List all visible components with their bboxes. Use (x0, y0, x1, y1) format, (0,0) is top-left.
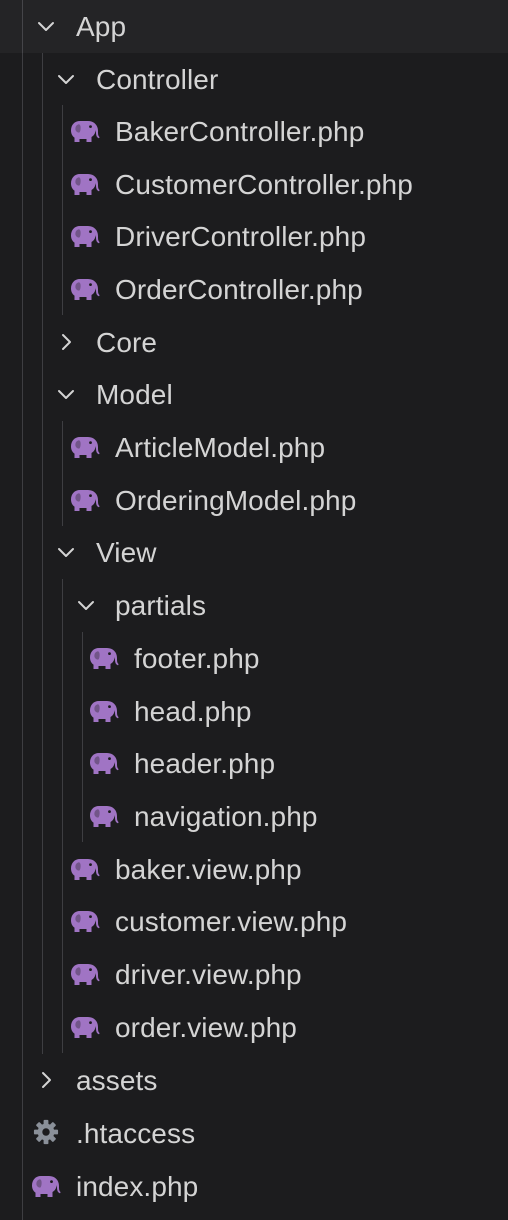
folder-label: assets (76, 1065, 158, 1096)
file-item[interactable]: ArticleModel.php (0, 421, 508, 474)
chevron-right-icon (56, 332, 76, 352)
file-label: navigation.php (134, 801, 318, 832)
file-label: baker.view.php (115, 854, 302, 885)
file-label: CustomerController.php (115, 169, 413, 200)
file-explorer-tree: App Controller BakerController.php Custo… (0, 0, 508, 1220)
php-elephant-icon (70, 118, 100, 144)
chevron-down-icon (76, 595, 96, 615)
file-label: head.php (134, 696, 252, 727)
php-elephant-icon (70, 171, 100, 197)
file-label: OrderController.php (115, 274, 363, 305)
file-item[interactable]: navigation.php (0, 790, 508, 843)
file-item[interactable]: DriverController.php (0, 210, 508, 263)
file-label: footer.php (134, 643, 260, 674)
file-item[interactable]: baker.view.php (0, 843, 508, 896)
folder-partials[interactable]: partials (0, 579, 508, 632)
file-label: order.view.php (115, 1012, 297, 1043)
file-item[interactable]: OrderingModel.php (0, 474, 508, 527)
file-label: BakerController.php (115, 116, 365, 147)
file-label: header.php (134, 748, 276, 779)
php-elephant-icon (89, 698, 119, 724)
file-htaccess[interactable]: .htaccess (0, 1107, 508, 1160)
php-elephant-icon (70, 856, 100, 882)
file-item[interactable]: header.php (0, 737, 508, 790)
gear-icon (31, 1119, 61, 1147)
php-elephant-icon (89, 750, 119, 776)
php-elephant-icon (70, 223, 100, 249)
php-elephant-icon (70, 961, 100, 987)
php-elephant-icon (70, 1014, 100, 1040)
folder-label: View (96, 537, 157, 568)
chevron-down-icon (56, 69, 76, 89)
file-label: OrderingModel.php (115, 485, 357, 516)
php-elephant-icon (70, 276, 100, 302)
file-label: index.php (76, 1171, 199, 1202)
folder-view[interactable]: View (0, 526, 508, 579)
file-item[interactable]: OrderController.php (0, 263, 508, 316)
folder-label: App (76, 11, 127, 42)
file-item[interactable]: head.php (0, 685, 508, 738)
php-elephant-icon (70, 487, 100, 513)
file-item[interactable]: order.view.php (0, 1001, 508, 1054)
php-elephant-icon (89, 645, 119, 671)
file-label: ArticleModel.php (115, 432, 326, 463)
folder-label: partials (115, 590, 207, 621)
folder-assets[interactable]: assets (0, 1054, 508, 1107)
chevron-down-icon (56, 384, 76, 404)
folder-label: Core (96, 327, 158, 358)
file-item[interactable]: footer.php (0, 632, 508, 685)
folder-model[interactable]: Model (0, 368, 508, 421)
php-elephant-icon (31, 1173, 61, 1199)
chevron-right-icon (36, 1070, 56, 1090)
folder-app[interactable]: App (0, 0, 508, 53)
chevron-down-icon (36, 16, 56, 36)
php-elephant-icon (70, 434, 100, 460)
file-item[interactable]: BakerController.php (0, 105, 508, 158)
php-elephant-icon (70, 908, 100, 934)
file-label: driver.view.php (115, 959, 302, 990)
chevron-down-icon (56, 542, 76, 562)
folder-label: Controller (96, 64, 219, 95)
file-item[interactable]: CustomerController.php (0, 158, 508, 211)
folder-controller[interactable]: Controller (0, 53, 508, 106)
file-item[interactable]: driver.view.php (0, 948, 508, 1001)
file-label: DriverController.php (115, 221, 366, 252)
folder-label: Model (96, 379, 173, 410)
file-label: customer.view.php (115, 906, 348, 937)
file-item[interactable]: customer.view.php (0, 895, 508, 948)
php-elephant-icon (89, 803, 119, 829)
folder-core[interactable]: Core (0, 316, 508, 369)
file-label: .htaccess (76, 1118, 196, 1149)
file-index[interactable]: index.php (0, 1160, 508, 1213)
